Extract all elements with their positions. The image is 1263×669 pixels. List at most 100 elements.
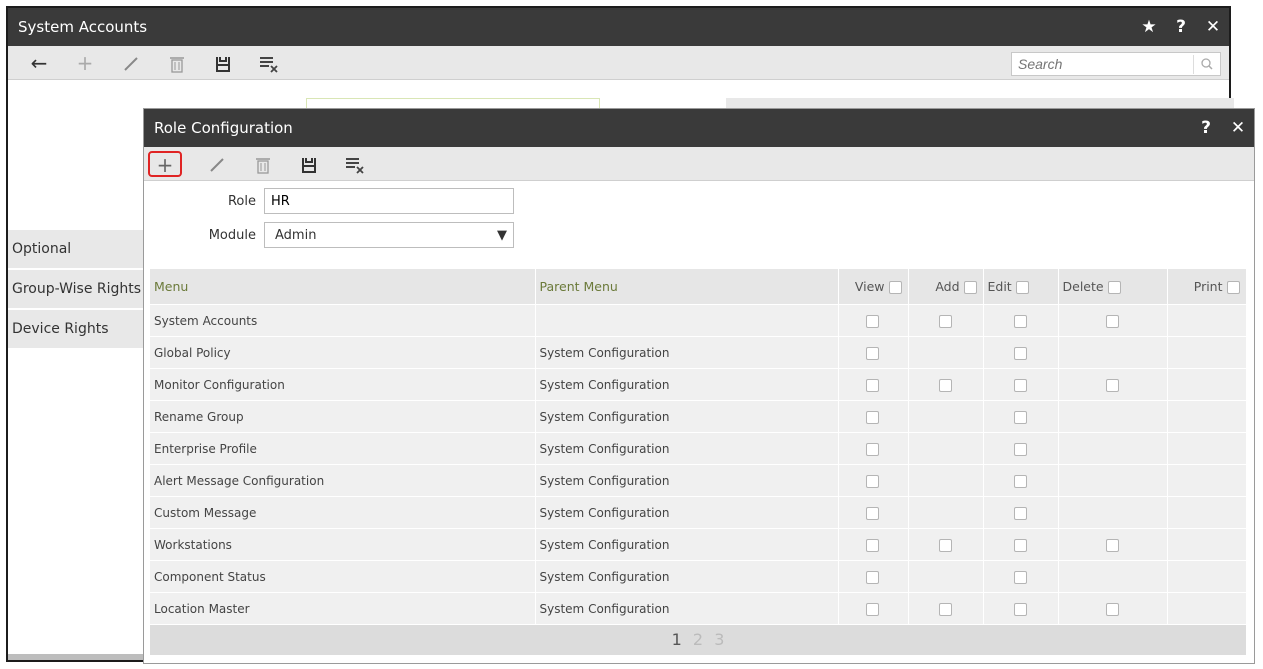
edit-checkbox[interactable] (1013, 602, 1027, 616)
column-header-parent-menu: Parent Menu (535, 269, 839, 305)
page-1-link[interactable]: 1 (672, 630, 682, 649)
view-checkbox[interactable] (866, 442, 879, 456)
view-cell (838, 496, 909, 529)
clear-list-icon[interactable] (246, 51, 292, 75)
search-icon[interactable] (1193, 54, 1220, 74)
help-icon[interactable]: ? (1190, 118, 1222, 138)
delete-checkbox[interactable] (1105, 314, 1119, 328)
view-checkbox[interactable] (866, 506, 879, 520)
close-icon[interactable]: ✕ (1222, 118, 1254, 138)
table-row: Rename Group System Configuration (150, 400, 1247, 433)
delete-all-checkbox[interactable] (1107, 281, 1121, 294)
view-checkbox[interactable] (866, 378, 879, 392)
star-icon[interactable]: ★ (1133, 17, 1165, 37)
edit-cell (983, 528, 1059, 561)
print-cell (1167, 592, 1247, 624)
print-cell (1167, 432, 1247, 465)
view-checkbox[interactable] (866, 602, 879, 616)
edit-checkbox[interactable] (1013, 538, 1027, 552)
delete-cell (1058, 528, 1168, 561)
grid-body: System Accounts Global Policy System Confi… (150, 304, 1247, 624)
add-checkbox[interactable] (938, 602, 952, 616)
help-icon[interactable]: ? (1165, 17, 1197, 37)
outer-bottom-bar (8, 654, 148, 660)
view-checkbox[interactable] (866, 538, 879, 552)
delete-checkbox[interactable] (1105, 378, 1119, 392)
menu-cell: Component Status (150, 560, 536, 593)
parent-menu-cell: System Configuration (535, 528, 839, 561)
print-cell (1167, 368, 1247, 401)
add-button[interactable]: + (148, 150, 182, 177)
view-checkbox[interactable] (866, 570, 879, 584)
trash-icon[interactable] (240, 152, 286, 176)
parent-menu-cell (535, 304, 839, 337)
edit-checkbox[interactable] (1013, 346, 1027, 360)
edit-checkbox[interactable] (1013, 442, 1027, 456)
print-cell (1167, 464, 1247, 497)
add-all-checkbox[interactable] (963, 281, 977, 294)
add-cell (908, 432, 984, 465)
tab-device-rights[interactable]: Device Rights (8, 310, 148, 350)
edit-cell (983, 336, 1059, 369)
save-icon[interactable] (200, 51, 246, 75)
dialog-titlebar: Role Configuration ? ✕ (144, 109, 1254, 147)
tab-group-wise-rights[interactable]: Group-Wise Rights (8, 270, 148, 310)
dialog-title: Role Configuration (154, 119, 293, 137)
view-cell (838, 336, 909, 369)
save-icon[interactable] (286, 152, 332, 176)
view-all-checkbox[interactable] (888, 281, 902, 294)
edit-checkbox[interactable] (1013, 314, 1027, 328)
delete-checkbox[interactable] (1105, 602, 1119, 616)
search-box[interactable] (1011, 52, 1221, 76)
page-2-link[interactable]: 2 (693, 630, 703, 649)
view-checkbox[interactable] (866, 410, 879, 424)
print-cell (1167, 336, 1247, 369)
edit-checkbox[interactable] (1013, 378, 1027, 392)
pencil-icon[interactable] (194, 152, 240, 176)
menu-cell: Rename Group (150, 400, 536, 433)
plus-icon[interactable]: + (62, 51, 108, 75)
view-checkbox[interactable] (866, 346, 879, 360)
add-checkbox[interactable] (938, 538, 952, 552)
tab-optional[interactable]: Optional (8, 230, 148, 270)
view-cell (838, 592, 909, 624)
table-row: Workstations System Configuration (150, 528, 1247, 561)
add-cell (908, 336, 984, 369)
table-row: Enterprise Profile System Configuration (150, 432, 1247, 465)
pencil-icon[interactable] (108, 51, 154, 75)
delete-checkbox[interactable] (1105, 538, 1119, 552)
role-row: Role (144, 187, 1254, 215)
print-cell (1167, 496, 1247, 529)
edit-checkbox[interactable] (1013, 474, 1027, 488)
delete-cell (1058, 336, 1168, 369)
column-header-delete: Delete (1058, 269, 1168, 305)
trash-icon[interactable] (154, 51, 200, 75)
edit-all-checkbox[interactable] (1015, 281, 1029, 294)
back-arrow-icon[interactable]: ← (16, 51, 62, 75)
delete-cell (1058, 496, 1168, 529)
edit-checkbox[interactable] (1013, 506, 1027, 520)
view-checkbox[interactable] (866, 474, 879, 488)
parent-menu-cell: System Configuration (535, 336, 839, 369)
add-checkbox[interactable] (938, 314, 952, 328)
view-checkbox[interactable] (866, 314, 879, 328)
table-row: Global Policy System Configuration (150, 336, 1247, 369)
search-input[interactable] (1012, 55, 1193, 73)
view-header-label: View (854, 279, 885, 294)
edit-checkbox[interactable] (1013, 570, 1027, 584)
print-all-checkbox[interactable] (1226, 281, 1240, 294)
rights-grid: Menu Parent Menu View Add Edit Delete Pr… (150, 269, 1247, 655)
module-select[interactable]: Admin ▼ (264, 222, 514, 248)
print-cell (1167, 560, 1247, 593)
table-row: Monitor Configuration System Configuratio… (150, 368, 1247, 401)
edit-checkbox[interactable] (1013, 410, 1027, 424)
delete-cell (1058, 432, 1168, 465)
role-input[interactable] (264, 188, 514, 214)
parent-menu-cell: System Configuration (535, 432, 839, 465)
close-icon[interactable]: ✕ (1197, 17, 1229, 37)
parent-menu-cell: System Configuration (535, 368, 839, 401)
view-cell (838, 528, 909, 561)
clear-list-icon[interactable] (332, 152, 378, 176)
page-3-link[interactable]: 3 (714, 630, 724, 649)
add-checkbox[interactable] (938, 378, 952, 392)
